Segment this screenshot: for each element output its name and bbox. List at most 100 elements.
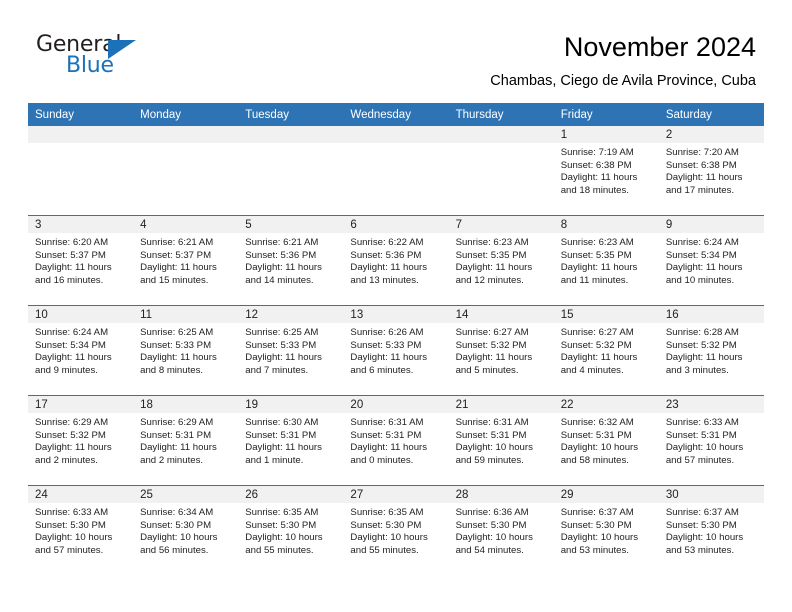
day-cell: 4 Sunrise: 6:21 AM Sunset: 5:37 PM Daylight… [133,216,239,305]
day-number: 29 [553,486,659,503]
daylight-text-line1: Daylight: 11 hours [455,262,533,274]
day-cell: 25 Sunrise: 6:34 AM Sunset: 5:30 PM Dayligh… [133,486,239,575]
calendar-day-cell[interactable]: 14 Sunrise: 6:27 AM Sunset: 5:32 PM Dayligh… [448,306,554,396]
calendar-day-cell[interactable]: 13 Sunrise: 6:26 AM Sunset: 5:33 PM Dayligh… [343,306,449,396]
day-number: 7 [448,216,554,233]
calendar-week-row: 24 Sunrise: 6:33 AM Sunset: 5:30 PM Dayligh… [28,485,764,575]
day-details: Sunrise: 7:20 AM Sunset: 6:38 PM Daylight:… [659,143,764,197]
generalblue-logo[interactable]: General Blue [36,33,236,85]
calendar-day-cell[interactable]: 30 Sunrise: 6:37 AM Sunset: 5:30 PM Dayligh… [658,486,764,575]
day-number [448,126,554,143]
day-number: 12 [238,306,344,323]
day-number: 27 [343,486,449,503]
calendar-day-cell[interactable]: 24 Sunrise: 6:33 AM Sunset: 5:30 PM Dayligh… [28,486,134,575]
day-number: 18 [133,396,239,413]
daylight-text-line1: Daylight: 10 hours [560,532,639,544]
daylight-text-line1: Daylight: 11 hours [245,442,322,454]
day-details: Sunrise: 6:25 AM Sunset: 5:33 PM Daylight:… [238,323,343,377]
calendar-day-cell[interactable]: 8 Sunrise: 6:23 AM Sunset: 5:35 PM Daylight… [553,216,659,306]
sunset-text: Sunset: 5:30 PM [665,519,737,531]
sunrise-text: Sunrise: 6:27 AM [560,327,634,338]
day-details: Sunrise: 6:26 AM Sunset: 5:33 PM Daylight:… [343,323,448,377]
calendar-day-cell [133,126,239,216]
calendar-day-cell[interactable]: 6 Sunrise: 6:22 AM Sunset: 5:36 PM Daylight… [343,216,449,306]
calendar-table: Sunday Monday Tuesday Wednesday Thursday… [28,103,764,575]
sunrise-text: Sunrise: 6:31 AM [350,417,424,428]
calendar-day-cell[interactable]: 27 Sunrise: 6:35 AM Sunset: 5:30 PM Dayligh… [343,486,449,575]
day-number: 11 [133,306,239,323]
daylight-text-line1: Daylight: 10 hours [455,532,533,544]
day-number: 2 [658,126,764,143]
calendar-day-cell[interactable]: 4 Sunrise: 6:21 AM Sunset: 5:37 PM Daylight… [133,216,239,306]
sunrise-text: Sunrise: 6:37 AM [560,507,634,518]
calendar-day-cell[interactable]: 3 Sunrise: 6:20 AM Sunset: 5:37 PM Daylight… [28,216,134,306]
weekday-header-friday: Friday [553,103,659,126]
sunset-text: Sunset: 5:35 PM [560,249,632,261]
calendar-day-cell[interactable]: 21 Sunrise: 6:31 AM Sunset: 5:31 PM Dayligh… [448,396,554,486]
calendar-day-cell[interactable]: 11 Sunrise: 6:25 AM Sunset: 5:33 PM Dayligh… [133,306,239,396]
calendar-day-cell[interactable]: 15 Sunrise: 6:27 AM Sunset: 5:32 PM Dayligh… [553,306,659,396]
calendar-day-cell[interactable]: 25 Sunrise: 6:34 AM Sunset: 5:30 PM Dayligh… [133,486,239,575]
calendar-day-cell[interactable]: 12 Sunrise: 6:25 AM Sunset: 5:33 PM Dayligh… [238,306,344,396]
sunset-text: Sunset: 6:38 PM [560,159,632,171]
sunrise-text: Sunrise: 6:29 AM [140,417,214,428]
daylight-text-line1: Daylight: 11 hours [665,262,743,274]
daylight-text-line2: and 0 minutes. [350,454,414,466]
calendar-day-cell[interactable]: 29 Sunrise: 6:37 AM Sunset: 5:30 PM Dayligh… [553,486,659,575]
daylight-text-line1: Daylight: 10 hours [245,532,323,544]
day-number: 19 [238,396,344,413]
day-cell: 7 Sunrise: 6:23 AM Sunset: 5:35 PM Daylight… [448,216,554,305]
sunrise-text: Sunrise: 6:26 AM [350,327,424,338]
daylight-text-line1: Daylight: 11 hours [140,352,217,364]
calendar-container: Sunday Monday Tuesday Wednesday Thursday… [28,103,764,575]
calendar-day-cell[interactable]: 22 Sunrise: 6:32 AM Sunset: 5:31 PM Dayligh… [553,396,659,486]
sunrise-text: Sunrise: 6:35 AM [245,507,319,518]
calendar-day-cell[interactable]: 20 Sunrise: 6:31 AM Sunset: 5:31 PM Dayligh… [343,396,449,486]
day-cell: 12 Sunrise: 6:25 AM Sunset: 5:33 PM Dayligh… [238,306,344,395]
calendar-day-cell[interactable]: 23 Sunrise: 6:33 AM Sunset: 5:31 PM Dayligh… [658,396,764,486]
calendar-day-cell[interactable]: 1 Sunrise: 7:19 AM Sunset: 6:38 PM Daylight… [553,126,659,216]
daylight-text-line2: and 8 minutes. [140,364,204,376]
calendar-day-cell[interactable]: 18 Sunrise: 6:29 AM Sunset: 5:31 PM Dayligh… [133,396,239,486]
daylight-text-line2: and 7 minutes. [245,364,309,376]
calendar-day-cell[interactable]: 16 Sunrise: 6:28 AM Sunset: 5:32 PM Dayligh… [658,306,764,396]
calendar-day-cell[interactable]: 26 Sunrise: 6:35 AM Sunset: 5:30 PM Dayligh… [238,486,344,575]
day-number: 9 [658,216,764,233]
daylight-text-line2: and 13 minutes. [350,274,419,286]
daylight-text-line2: and 55 minutes. [350,544,419,556]
calendar-day-cell[interactable]: 10 Sunrise: 6:24 AM Sunset: 5:34 PM Dayligh… [28,306,134,396]
weekday-header-thursday: Thursday [448,103,554,126]
day-details: Sunrise: 6:25 AM Sunset: 5:33 PM Daylight:… [133,323,238,377]
sunset-text: Sunset: 5:33 PM [140,339,212,351]
day-number: 8 [553,216,659,233]
day-details: Sunrise: 6:21 AM Sunset: 5:37 PM Daylight:… [133,233,238,287]
daylight-text-line1: Daylight: 11 hours [560,352,638,364]
sunset-text: Sunset: 5:31 PM [560,429,632,441]
day-cell: 19 Sunrise: 6:30 AM Sunset: 5:31 PM Dayligh… [238,396,344,485]
calendar-day-cell[interactable]: 28 Sunrise: 6:36 AM Sunset: 5:30 PM Dayligh… [448,486,554,575]
day-number: 4 [133,216,239,233]
sunset-text: Sunset: 5:30 PM [245,519,317,531]
daylight-text-line1: Daylight: 10 hours [560,442,639,454]
logo-text-blue: Blue [66,53,114,78]
title-block: November 2024 Chambas, Ciego de Avila Pr… [490,30,756,90]
day-number: 17 [28,396,134,413]
calendar-day-cell[interactable]: 5 Sunrise: 6:21 AM Sunset: 5:36 PM Daylight… [238,216,344,306]
day-details: Sunrise: 6:23 AM Sunset: 5:35 PM Daylight:… [554,233,659,287]
calendar-week-row: 1 Sunrise: 7:19 AM Sunset: 6:38 PM Daylight… [28,126,764,216]
daylight-text-line2: and 14 minutes. [245,274,314,286]
day-details: Sunrise: 6:29 AM Sunset: 5:31 PM Daylight:… [133,413,238,467]
day-cell: 10 Sunrise: 6:24 AM Sunset: 5:34 PM Dayligh… [28,306,134,395]
calendar-day-cell [238,126,344,216]
calendar-day-cell[interactable]: 7 Sunrise: 6:23 AM Sunset: 5:35 PM Daylight… [448,216,554,306]
calendar-day-cell[interactable]: 2 Sunrise: 7:20 AM Sunset: 6:38 PM Daylight… [658,126,764,216]
calendar-day-cell [28,126,134,216]
calendar-day-cell[interactable]: 17 Sunrise: 6:29 AM Sunset: 5:32 PM Dayligh… [28,396,134,486]
daylight-text-line1: Daylight: 11 hours [665,352,743,364]
day-number [28,126,134,143]
calendar-day-cell[interactable]: 19 Sunrise: 6:30 AM Sunset: 5:31 PM Dayligh… [238,396,344,486]
sunset-text: Sunset: 5:36 PM [245,249,317,261]
page-title: November 2024 [563,32,756,62]
daylight-text-line1: Daylight: 10 hours [455,442,533,454]
calendar-day-cell[interactable]: 9 Sunrise: 6:24 AM Sunset: 5:34 PM Daylight… [658,216,764,306]
